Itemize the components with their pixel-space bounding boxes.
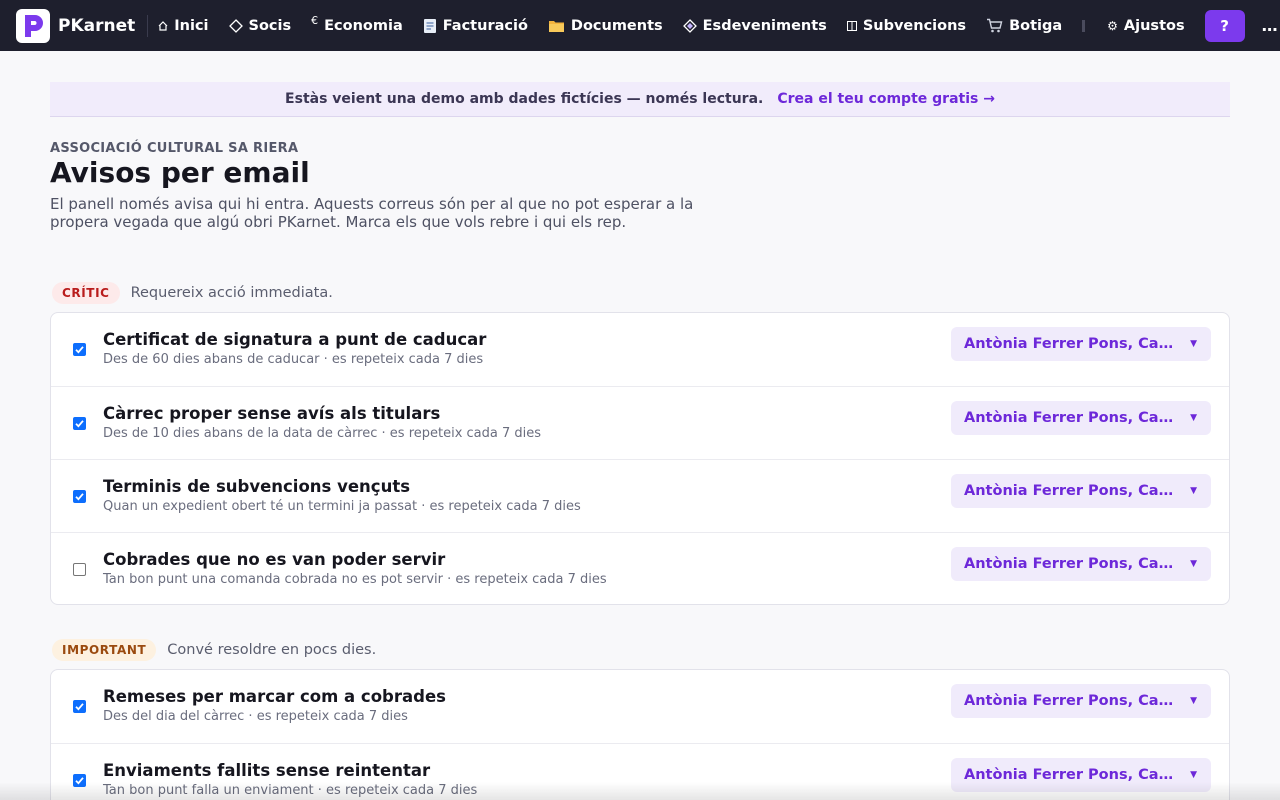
recipients-dropdown[interactable]: Antònia Ferrer Pons, Catalina Mas ▼ xyxy=(951,474,1211,508)
recipients-value: Antònia Ferrer Pons, Catalina Mas xyxy=(964,410,1176,426)
recipients-dropdown[interactable]: Antònia Ferrer Pons, Catalina Mas ▼ xyxy=(951,758,1211,792)
alert-row: Certificat de signatura a punt de caduca… xyxy=(51,313,1229,386)
nav-item-label: Facturació xyxy=(442,17,528,34)
nav-item-subvencions[interactable]: Subvencions xyxy=(846,17,967,34)
chevron-down-icon: ▼ xyxy=(1190,559,1197,569)
cart-icon xyxy=(986,18,1003,33)
alert-title: Terminis de subvencions vençuts xyxy=(103,477,411,496)
alert-row: Remeses per marcar com a cobrades Des de… xyxy=(51,670,1229,743)
brand-name[interactable]: PKarnet xyxy=(58,16,135,36)
create-account-link[interactable]: Crea el teu compte gratis → xyxy=(777,91,995,107)
organization-name: ASSOCIACIÓ CULTURAL SA RIERA xyxy=(50,141,299,156)
alert-checkbox[interactable] xyxy=(73,417,86,430)
section-header-important: IMPORTANT Convé resoldre en pocs dies. xyxy=(52,639,376,661)
recipients-value: Antònia Ferrer Pons, Catalina Mas xyxy=(964,336,1176,352)
nav-divider xyxy=(147,14,149,37)
alert-row: Cobrades que no es van poder servir Tan … xyxy=(51,532,1229,604)
help-button[interactable]: ? xyxy=(1204,9,1245,42)
recipients-dropdown[interactable]: Antònia Ferrer Pons, Catalina Mas ▼ xyxy=(951,684,1211,718)
demo-banner-text: Estàs veient una demo amb dades fictície… xyxy=(285,91,764,107)
alert-detail: Des de 60 dies abans de caducar · es rep… xyxy=(103,352,484,367)
nav-item-economia[interactable]: € Economia xyxy=(311,14,403,34)
euro-icon: € xyxy=(311,14,319,27)
alert-row: Càrrec proper sense avís als titulars De… xyxy=(51,386,1229,459)
alert-title: Cobrades que no es van poder servir xyxy=(103,550,446,569)
alert-title: Enviaments fallits sense reintentar xyxy=(103,761,431,780)
gear-icon: ⚙ xyxy=(1107,18,1118,33)
nav-item-socis[interactable]: Socis xyxy=(228,17,292,34)
alerts-card-important: Remeses per marcar com a cobrades Des de… xyxy=(50,669,1230,800)
nav-item-label: Subvencions xyxy=(862,17,967,34)
chevron-down-icon: ▼ xyxy=(1190,486,1197,496)
recipients-value: Antònia Ferrer Pons, Catalina Mas xyxy=(964,483,1176,499)
diamond-icon xyxy=(228,18,243,33)
alerts-card-critical: Certificat de signatura a punt de caduca… xyxy=(50,312,1230,605)
recipients-dropdown[interactable]: Antònia Ferrer Pons, Catalina Mas ▼ xyxy=(951,327,1211,361)
event-icon xyxy=(682,18,697,33)
chevron-down-icon: ▼ xyxy=(1190,696,1197,706)
receipt-icon xyxy=(423,18,437,34)
nav-item-esdeveniments[interactable]: Esdeveniments xyxy=(682,17,827,34)
nav-item-label: Documents xyxy=(570,17,663,34)
nav-item-inici[interactable]: Inici xyxy=(158,17,209,34)
nav-item-label: Esdeveniments xyxy=(702,17,827,34)
nav-item-botiga[interactable]: Botiga xyxy=(986,18,1062,34)
alert-detail: Quan un expedient obert té un termini ja… xyxy=(103,499,581,514)
recipients-dropdown[interactable]: Antònia Ferrer Pons, Catalina Mas ▼ xyxy=(951,547,1211,581)
alert-title: Certificat de signatura a punt de caduca… xyxy=(103,330,487,349)
nav-overflow-indicator xyxy=(1082,19,1086,32)
nav-item-label: Economia xyxy=(324,17,403,34)
nav-item-label: Inici xyxy=(174,17,209,34)
section-subtitle: Requereix acció immediata. xyxy=(130,285,333,301)
recipients-dropdown[interactable]: Antònia Ferrer Pons, Catalina Mas ▼ xyxy=(951,401,1211,435)
alert-title: Càrrec proper sense avís als titulars xyxy=(103,404,441,423)
alert-checkbox[interactable] xyxy=(73,490,86,503)
recipients-value: Antònia Ferrer Pons, Catalina Mas xyxy=(964,767,1176,783)
alert-detail: Des de 10 dies abans de la data de càrre… xyxy=(103,426,542,441)
columns-icon xyxy=(846,20,857,31)
home-icon xyxy=(158,20,168,31)
page-description: El panell només avisa qui hi entra. Aque… xyxy=(50,195,694,231)
chevron-down-icon: ▼ xyxy=(1190,339,1197,349)
alert-checkbox[interactable] xyxy=(73,700,86,713)
alert-checkbox[interactable] xyxy=(73,563,86,576)
severity-badge-critical: CRÍTIC xyxy=(52,282,120,304)
demo-banner: Estàs veient una demo amb dades fictície… xyxy=(50,82,1230,117)
folder-icon xyxy=(548,18,565,33)
chevron-down-icon: ▼ xyxy=(1190,413,1197,423)
section-header-critical: CRÍTIC Requereix acció immediata. xyxy=(52,282,333,304)
nav-item-documents[interactable]: Documents xyxy=(548,18,663,34)
page-title: Avisos per email xyxy=(50,156,310,189)
alert-detail: Tan bon punt una comanda cobrada no es p… xyxy=(103,572,607,587)
chevron-down-icon: ▼ xyxy=(1190,770,1197,780)
section-subtitle: Convé resoldre en pocs dies. xyxy=(167,642,377,658)
more-menu-button[interactable]: … xyxy=(1262,16,1279,35)
recipients-value: Antònia Ferrer Pons, Catalina Mas xyxy=(964,556,1176,572)
nav-item-facturacio[interactable]: Facturació xyxy=(423,18,528,34)
alert-detail: Des del dia del càrrec · es repeteix cad… xyxy=(103,709,408,724)
alert-detail: Tan bon punt falla un enviament · es rep… xyxy=(103,783,478,798)
settings-button[interactable]: ⚙ Ajustos xyxy=(1107,18,1184,34)
pkarnet-logo-icon[interactable] xyxy=(16,8,50,43)
alert-row: Terminis de subvencions vençuts Quan un … xyxy=(51,459,1229,532)
settings-label: Ajustos xyxy=(1123,17,1185,34)
nav-item-label: Botiga xyxy=(1009,17,1063,34)
severity-badge-important: IMPORTANT xyxy=(52,639,157,661)
alert-row: Enviaments fallits sense reintentar Tan … xyxy=(51,743,1229,800)
alert-checkbox[interactable] xyxy=(73,343,86,356)
top-navigation-bar: PKarnet Inici Socis € Economia Facturaci… xyxy=(0,0,1280,51)
nav-item-label: Socis xyxy=(248,17,292,34)
recipients-value: Antònia Ferrer Pons, Catalina Mas xyxy=(964,693,1176,709)
alert-title: Remeses per marcar com a cobrades xyxy=(103,687,446,706)
alert-checkbox[interactable] xyxy=(73,774,86,787)
